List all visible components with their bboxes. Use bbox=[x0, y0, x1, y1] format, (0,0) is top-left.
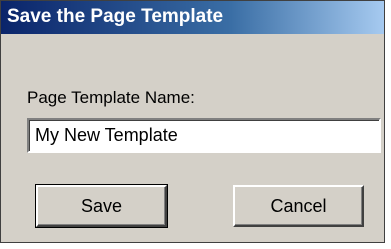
template-name-label: Page Template Name: bbox=[27, 88, 195, 107]
cancel-button[interactable]: Cancel bbox=[233, 185, 364, 227]
save-template-dialog: Save the Page Template Page Template Nam… bbox=[0, 0, 385, 243]
title-bar[interactable]: Save the Page Template bbox=[1, 1, 384, 34]
dialog-title: Save the Page Template bbox=[7, 6, 224, 27]
template-name-input[interactable] bbox=[27, 118, 381, 153]
save-button[interactable]: Save bbox=[35, 184, 168, 228]
